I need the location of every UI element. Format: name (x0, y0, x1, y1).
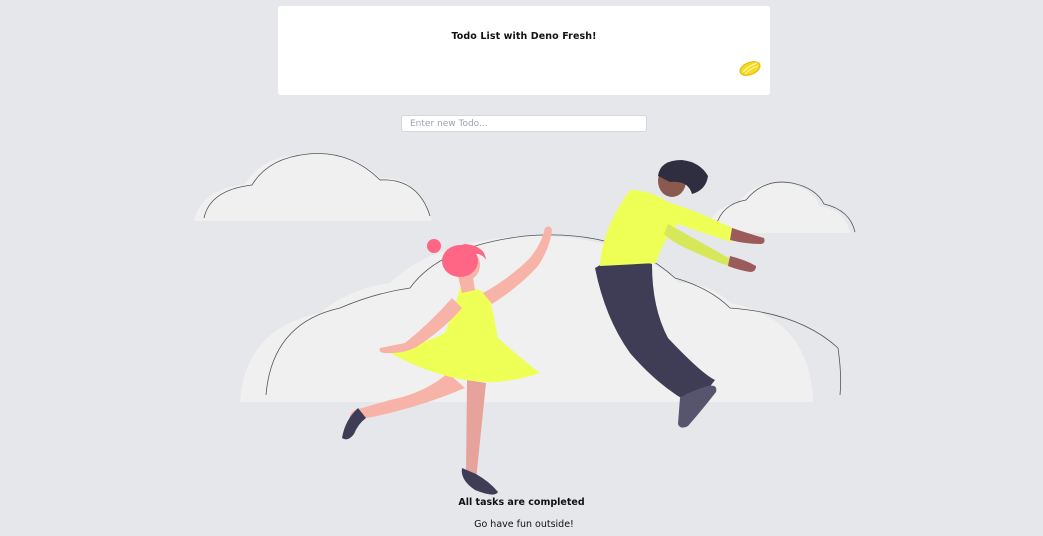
new-todo-input[interactable] (401, 115, 647, 132)
dancing-couple-illustration (194, 153, 856, 495)
header-card: Todo List with Deno Fresh! (278, 6, 770, 95)
page: Todo List with Deno Fresh! Enter new Tod… (0, 0, 1043, 536)
empty-state-title: All tasks are completed (458, 497, 585, 508)
app-title: Todo List with Deno Fresh! (451, 31, 597, 42)
empty-state-subtitle: Go have fun outside! (474, 519, 574, 530)
lemon-icon (739, 61, 761, 76)
